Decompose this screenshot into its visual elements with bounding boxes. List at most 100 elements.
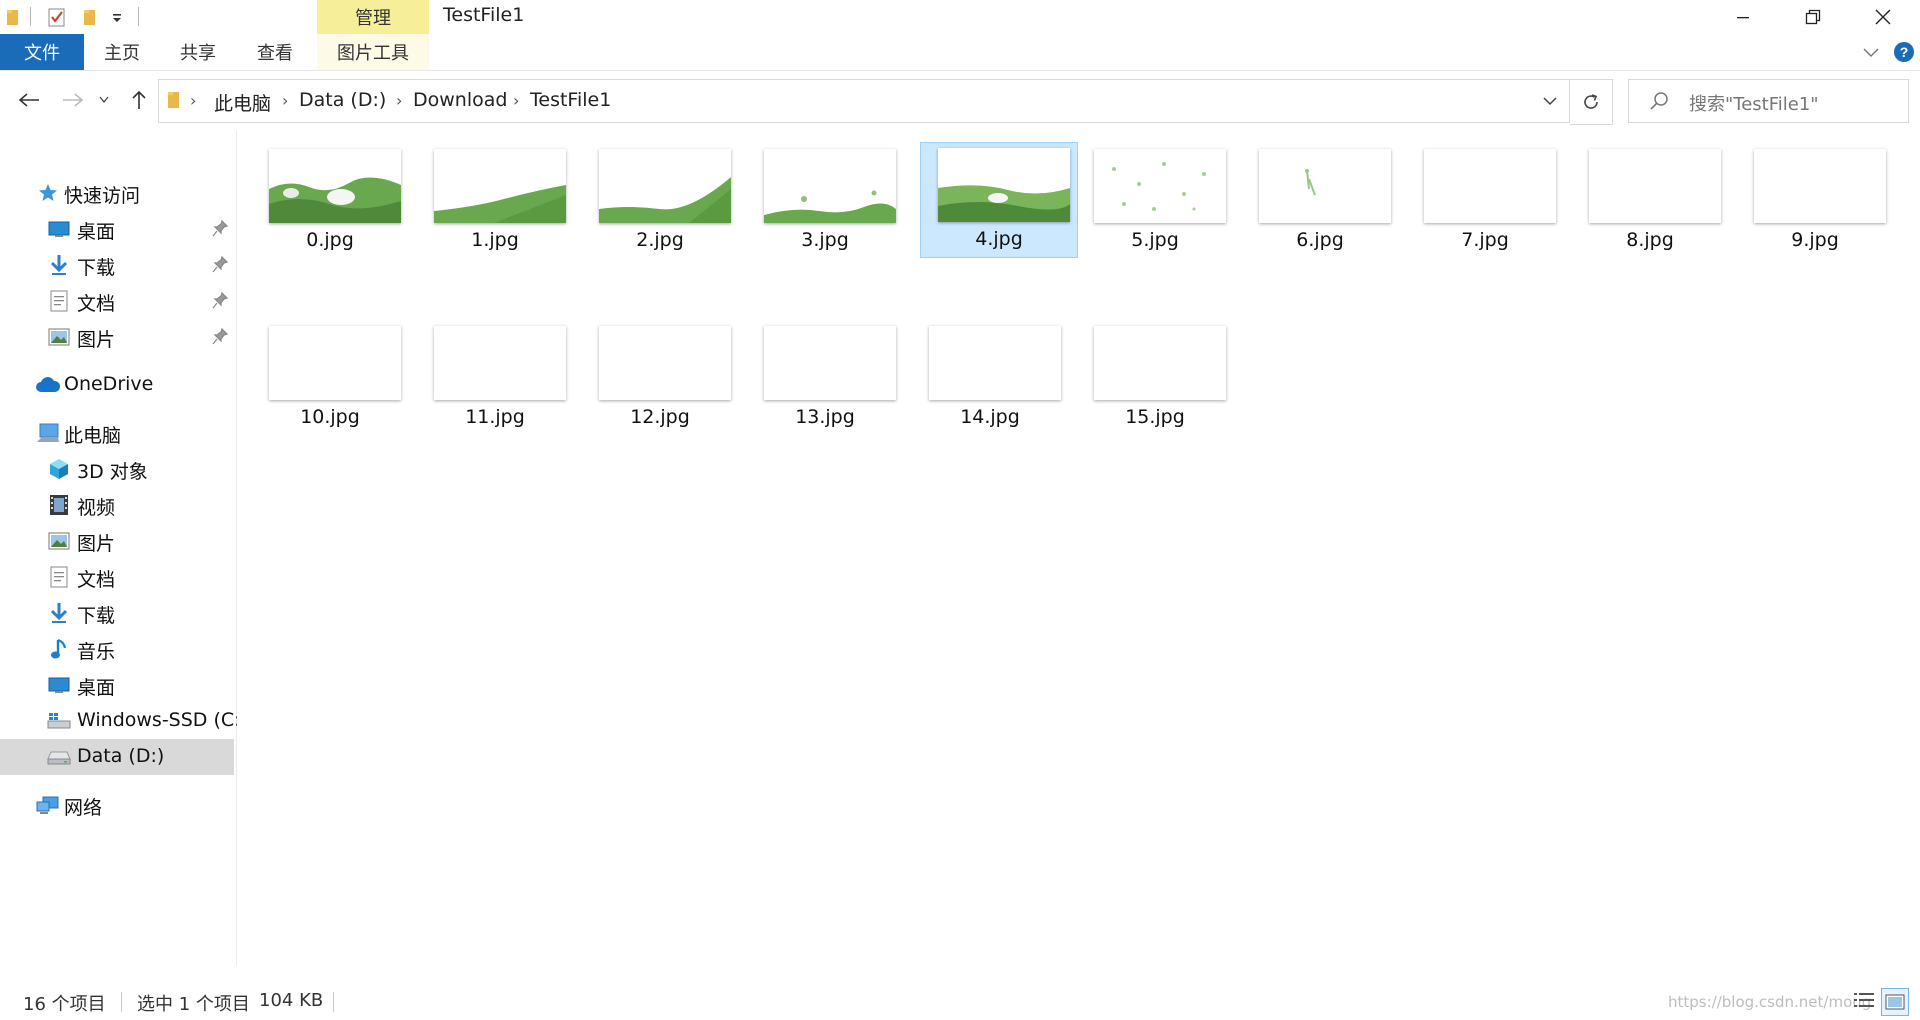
- large-icons-view-button[interactable]: [1881, 988, 1909, 1016]
- star-icon: [36, 182, 60, 204]
- pin-icon[interactable]: [212, 255, 229, 274]
- help-icon[interactable]: ?: [1893, 41, 1915, 63]
- drive-icon: [47, 746, 71, 768]
- nav-item-pictures[interactable]: 图片: [0, 523, 234, 559]
- new-folder-icon[interactable]: [80, 6, 100, 28]
- tab-picture-tools[interactable]: 图片工具: [317, 34, 429, 70]
- properties-icon[interactable]: [46, 6, 68, 28]
- search-placeholder: 搜索"TestFile1": [1689, 94, 1819, 115]
- nav-onedrive[interactable]: OneDrive: [0, 367, 234, 403]
- nav-item-desktop[interactable]: 桌面: [0, 667, 234, 703]
- breadcrumb-this-pc[interactable]: 此电脑: [214, 89, 271, 116]
- file-tile[interactable]: 9.jpg: [1736, 143, 1894, 259]
- file-name: 14.jpg: [960, 406, 1020, 428]
- breadcrumb-drive-d[interactable]: Data (D:): [299, 89, 386, 111]
- nav-item-3d-objects[interactable]: 3D 对象: [0, 451, 234, 487]
- nav-item-downloads[interactable]: 下载: [0, 595, 234, 631]
- file-tile[interactable]: 6.jpg: [1241, 143, 1399, 259]
- cube-3d-icon: [47, 458, 71, 480]
- nav-network[interactable]: 网络: [0, 787, 234, 823]
- address-bar[interactable]: › 此电脑 › Data (D:) › Download › TestFile1: [158, 79, 1570, 123]
- cloud-icon: [35, 374, 61, 396]
- file-tile[interactable]: 13.jpg: [746, 320, 904, 436]
- minimize-icon: [1737, 17, 1749, 19]
- file-tile[interactable]: 2.jpg: [581, 143, 739, 259]
- nav-label: 音乐: [77, 641, 116, 663]
- address-dropdown-button[interactable]: [1531, 80, 1569, 122]
- film-icon: [47, 494, 71, 516]
- nav-item-pictures-pinned[interactable]: 图片: [0, 319, 234, 355]
- pin-icon[interactable]: [212, 291, 229, 310]
- back-button[interactable]: [14, 85, 44, 115]
- desktop-icon: [47, 674, 71, 696]
- nav-item-documents[interactable]: 文档: [0, 559, 234, 595]
- document-icon: [47, 290, 71, 312]
- up-arrow-icon: [132, 90, 146, 109]
- recent-locations-button[interactable]: [96, 85, 112, 115]
- refresh-icon: [1584, 94, 1598, 109]
- nav-label: Windows-SSD (C:): [77, 709, 248, 731]
- nav-this-pc[interactable]: 此电脑: [0, 415, 234, 451]
- nav-quick-access[interactable]: 快速访问: [0, 175, 234, 211]
- close-button[interactable]: [1848, 0, 1918, 34]
- navigation-pane: 快速访问 桌面 下载 文档 图片 OneDrive 此电脑 3D 对象 视频 图…: [0, 130, 248, 965]
- pin-icon[interactable]: [212, 327, 229, 346]
- breadcrumb-separator[interactable]: ›: [190, 91, 196, 110]
- file-name: 8.jpg: [1626, 229, 1674, 251]
- image-thumbnail: [929, 326, 1061, 400]
- tab-home[interactable]: 主页: [92, 34, 152, 70]
- tab-file[interactable]: 文件: [0, 34, 84, 70]
- music-note-icon: [47, 638, 71, 660]
- image-thumbnail: [434, 149, 566, 223]
- customize-toolbar-icon[interactable]: [108, 6, 126, 28]
- tab-share[interactable]: 共享: [168, 34, 228, 70]
- nav-item-desktop-pinned[interactable]: 桌面: [0, 211, 234, 247]
- item-count: 16 个项目: [23, 994, 106, 1015]
- file-name: 13.jpg: [795, 406, 855, 428]
- file-name: 2.jpg: [636, 229, 684, 251]
- forward-button[interactable]: [58, 85, 88, 115]
- watermark: https://blog.csdn.net/moug: [1668, 993, 1872, 1011]
- file-tile[interactable]: 12.jpg: [581, 320, 739, 436]
- file-tile[interactable]: 7.jpg: [1406, 143, 1564, 259]
- file-tile[interactable]: 1.jpg: [416, 143, 574, 259]
- large-icons-view-icon: [1885, 994, 1905, 1010]
- breadcrumb-separator[interactable]: ›: [396, 91, 402, 110]
- file-tile[interactable]: 15.jpg: [1076, 320, 1234, 436]
- file-tile-selected[interactable]: 4.jpg: [920, 142, 1078, 258]
- file-tile[interactable]: 0.jpg: [251, 143, 409, 259]
- file-tile[interactable]: 3.jpg: [746, 143, 904, 259]
- up-button[interactable]: [124, 85, 154, 115]
- nav-item-music[interactable]: 音乐: [0, 631, 234, 667]
- file-tile[interactable]: 5.jpg: [1076, 143, 1234, 259]
- file-tile[interactable]: 10.jpg: [251, 320, 409, 436]
- nav-item-documents-pinned[interactable]: 文档: [0, 283, 234, 319]
- nav-item-drive-d[interactable]: Data (D:): [0, 739, 234, 775]
- image-thumbnail: [269, 326, 401, 400]
- refresh-button[interactable]: [1570, 79, 1613, 125]
- qa-separator: [138, 7, 139, 26]
- forward-arrow-icon: [63, 93, 84, 107]
- nav-item-drive-c[interactable]: Windows-SSD (C:): [0, 703, 248, 739]
- search-box[interactable]: 搜索"TestFile1": [1628, 79, 1909, 123]
- details-view-button[interactable]: [1851, 988, 1877, 1014]
- breadcrumb-testfile1[interactable]: TestFile1: [530, 89, 611, 111]
- breadcrumb-separator[interactable]: ›: [513, 91, 519, 110]
- breadcrumb-separator[interactable]: ›: [282, 91, 288, 110]
- nav-item-videos[interactable]: 视频: [0, 487, 234, 523]
- image-thumbnail: [1589, 149, 1721, 223]
- manage-tab[interactable]: 管理: [317, 0, 429, 34]
- pin-icon[interactable]: [212, 219, 229, 238]
- image-thumbnail: [269, 149, 401, 223]
- expand-ribbon-icon[interactable]: [1860, 42, 1882, 64]
- nav-label: 文档: [77, 569, 116, 591]
- svg-text:?: ?: [1900, 44, 1909, 60]
- restore-button[interactable]: [1778, 0, 1848, 34]
- breadcrumb-download[interactable]: Download: [413, 89, 507, 111]
- nav-item-downloads-pinned[interactable]: 下载: [0, 247, 234, 283]
- tab-view[interactable]: 查看: [245, 34, 305, 70]
- file-tile[interactable]: 11.jpg: [416, 320, 574, 436]
- minimize-button[interactable]: [1708, 0, 1778, 34]
- file-tile[interactable]: 14.jpg: [911, 320, 1069, 436]
- file-tile[interactable]: 8.jpg: [1571, 143, 1729, 259]
